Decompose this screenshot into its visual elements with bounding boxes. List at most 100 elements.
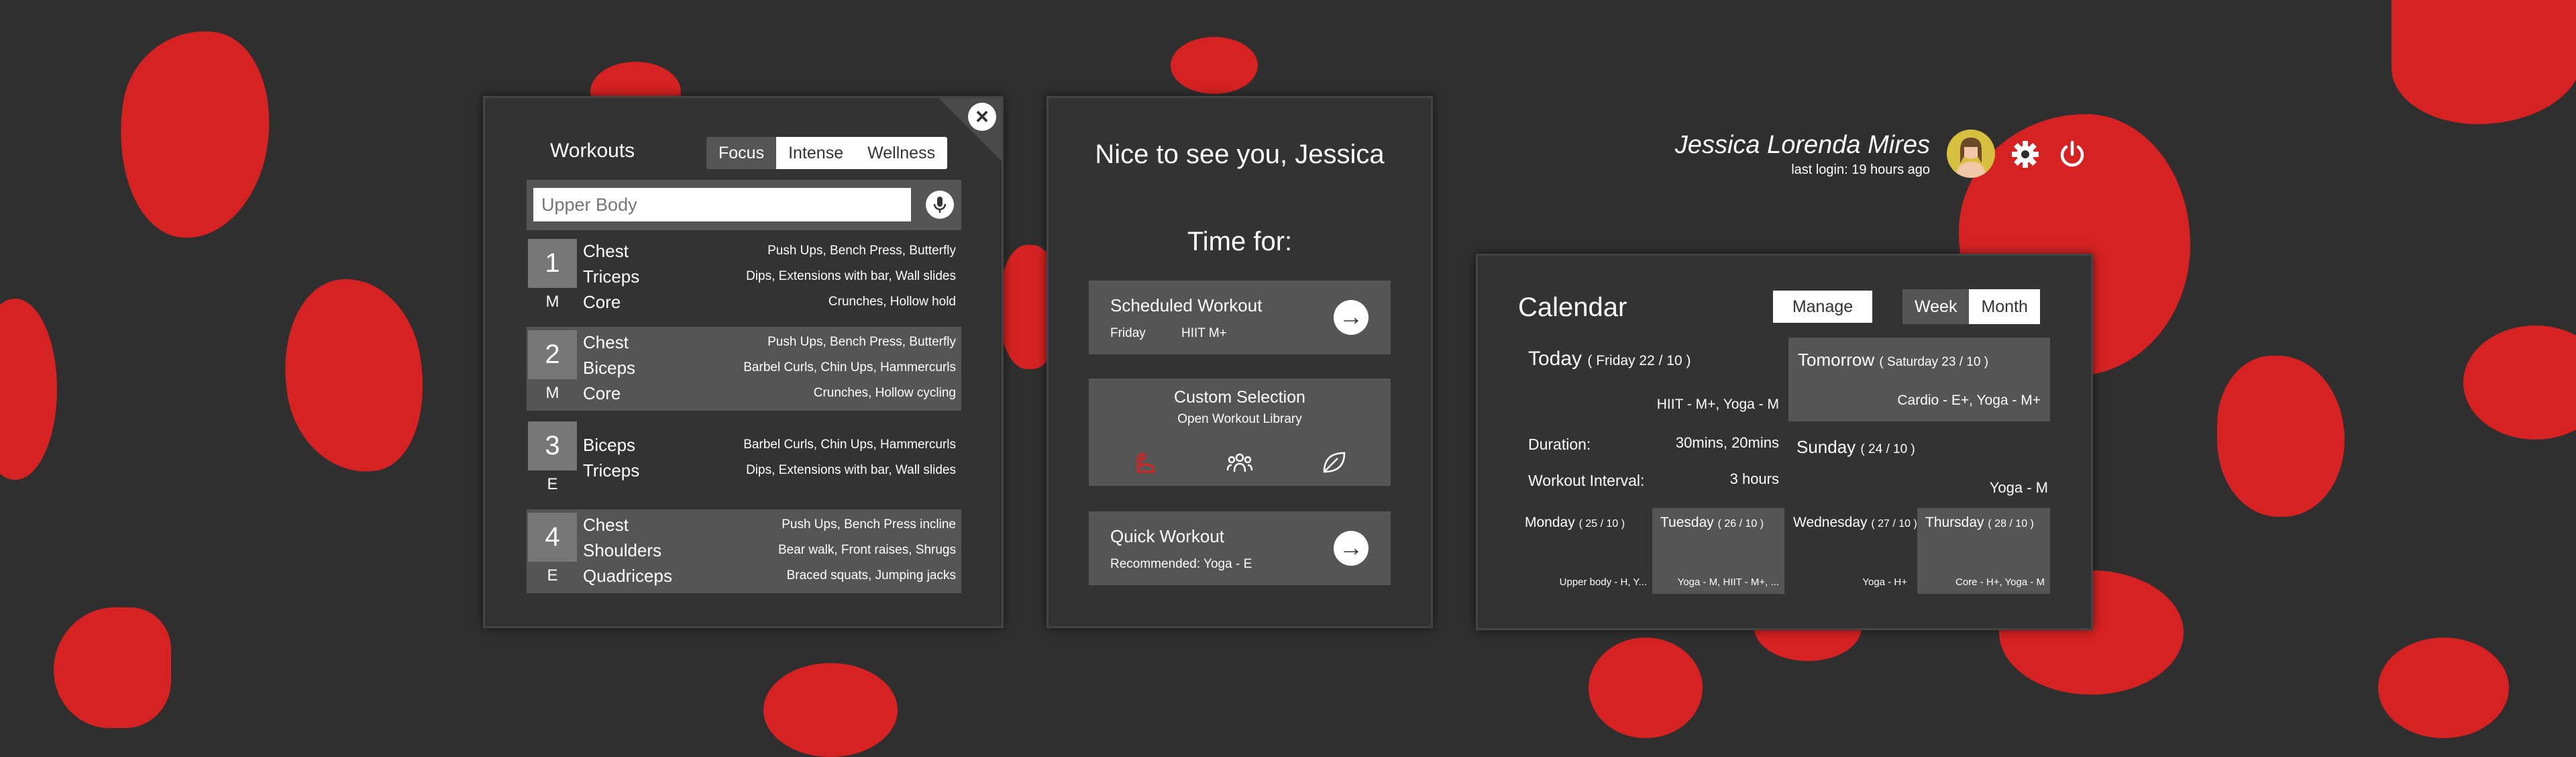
muscle-label: Triceps <box>583 460 640 481</box>
day-workouts: Upper body - H, Y... <box>1559 576 1647 588</box>
last-login: last login: 19 hours ago <box>1791 162 1930 177</box>
workout-category-tabs: Focus Intense Wellness <box>706 137 948 169</box>
exercise-list: Barbel Curls, Chin Ups, Hammercurls <box>743 360 956 374</box>
background-blob <box>2392 0 2576 124</box>
day-date: ( 25 / 10 ) <box>1578 518 1625 529</box>
tab-intense[interactable]: Intense <box>776 137 856 169</box>
flexed-arm-icon[interactable] <box>1132 449 1159 476</box>
background-blob <box>2217 356 2345 517</box>
tab-wellness[interactable]: Wellness <box>855 137 948 169</box>
workout-level: E <box>547 566 558 585</box>
workout-level: M <box>545 384 559 402</box>
time-for-heading: Time for: <box>1187 227 1293 256</box>
sunday-date: ( 24 / 10 ) <box>1860 442 1915 456</box>
day-thursday[interactable]: Thursday ( 28 / 10 ) Core - H+, Yoga - M <box>1917 508 2050 594</box>
gear-icon[interactable] <box>2010 140 2040 169</box>
workout-item-4[interactable]: 4 E Chest Push Ups, Bench Press incline … <box>527 509 961 593</box>
duration-label: Duration: <box>1528 436 1591 453</box>
workout-number: 4 <box>528 513 577 562</box>
workouts-panel: × Workouts Focus Intense Wellness 1 M Ch… <box>483 96 1004 628</box>
power-icon[interactable] <box>2057 140 2087 169</box>
workout-level: E <box>547 475 558 493</box>
leaf-icon[interactable] <box>1320 449 1347 476</box>
tomorrow-workouts: Cardio - E+, Yoga - M+ <box>1897 393 2041 408</box>
muscle-label: Biceps <box>583 435 636 455</box>
background-blob <box>2378 638 2509 738</box>
quick-workout-recommendation: Recommended: Yoga - E <box>1110 557 1252 571</box>
custom-selection-card[interactable]: Custom Selection Open Workout Library <box>1089 378 1391 486</box>
arrow-right-icon[interactable]: → <box>1334 531 1368 566</box>
custom-selection-title: Custom Selection <box>1174 388 1305 407</box>
background-blob <box>1171 37 1258 94</box>
muscle-label: Chest <box>583 515 629 535</box>
day-date: ( 27 / 10 ) <box>1871 518 1917 529</box>
exercise-list: Push Ups, Bench Press, Butterfly <box>767 335 956 349</box>
exercise-list: Dips, Extensions with bar, Wall slides <box>746 463 956 477</box>
exercise-list: Crunches, Hollow cycling <box>813 386 956 400</box>
sunday-workouts: Yoga - M <box>1989 479 2048 496</box>
background-blob <box>105 21 282 248</box>
interval-label: Workout Interval: <box>1528 472 1645 489</box>
muscle-label: Core <box>583 383 621 403</box>
calendar-panel: Calendar Manage Week Month Today ( Frida… <box>1476 254 2093 630</box>
muscle-label: Chest <box>583 332 629 352</box>
today-date: ( Friday 22 / 10 ) <box>1587 353 1691 368</box>
background-blob <box>269 268 439 484</box>
today-label: Today ( Friday 22 / 10 ) <box>1528 348 1691 370</box>
scheduled-workout-name: HIIT M+ <box>1181 326 1227 340</box>
muscle-label: Chest <box>583 241 629 261</box>
greeting-text: Nice to see you, Jessica <box>1095 140 1385 169</box>
exercise-list: Dips, Extensions with bar, Wall slides <box>746 269 956 283</box>
day-name: Wednesday <box>1793 515 1868 530</box>
tab-focus[interactable]: Focus <box>706 137 777 169</box>
day-date: ( 28 / 10 ) <box>1988 518 2034 529</box>
muscle-label: Triceps <box>583 266 640 287</box>
view-toggle: Week Month <box>1902 289 2040 324</box>
background-blob <box>2463 325 2576 440</box>
avatar[interactable] <box>1947 130 1995 178</box>
exercise-list: Barbel Curls, Chin Ups, Hammercurls <box>743 438 956 452</box>
welcome-panel: Nice to see you, Jessica Time for: Sched… <box>1046 96 1433 628</box>
tomorrow-label: Tomorrow ( Saturday 23 / 10 ) <box>1798 350 1989 370</box>
microphone-icon[interactable] <box>926 191 954 219</box>
muscle-label: Biceps <box>583 358 636 378</box>
background-blob <box>54 607 171 728</box>
quick-workout-title: Quick Workout <box>1110 526 1225 546</box>
exercise-list: Push Ups, Bench Press, Butterfly <box>767 244 956 258</box>
workout-level: M <box>545 293 559 311</box>
tomorrow-section[interactable]: Tomorrow ( Saturday 23 / 10 ) Cardio - E… <box>1788 338 2050 421</box>
interval-value: 3 hours <box>1729 470 1779 487</box>
background-blob <box>763 663 898 757</box>
exercise-list: Push Ups, Bench Press incline <box>782 517 956 532</box>
background-blob <box>0 299 57 480</box>
manage-button[interactable]: Manage <box>1773 291 1872 323</box>
scheduled-workout-card[interactable]: Scheduled Workout Friday HIIT M+ → <box>1089 281 1391 354</box>
tab-week[interactable]: Week <box>1902 289 1970 324</box>
arrow-right-icon[interactable]: → <box>1334 300 1368 335</box>
quick-workout-card[interactable]: Quick Workout Recommended: Yoga - E → <box>1089 511 1391 585</box>
day-name: Tuesday <box>1660 515 1714 530</box>
group-icon[interactable] <box>1226 449 1253 476</box>
tomorrow-date: ( Saturday 23 / 10 ) <box>1879 355 1989 369</box>
day-wednesday[interactable]: Wednesday ( 27 / 10 ) Yoga - H+ <box>1793 509 1917 597</box>
muscle-label: Core <box>583 292 621 312</box>
open-library-link[interactable]: Open Workout Library <box>1089 412 1391 427</box>
calendar-title: Calendar <box>1518 293 1627 322</box>
scheduled-day: Friday <box>1110 326 1146 340</box>
day-tuesday[interactable]: Tuesday ( 26 / 10 ) Yoga - M, HIIT - M+,… <box>1652 508 1784 594</box>
day-workouts: Core - H+, Yoga - M <box>1955 576 2045 588</box>
day-workouts: Yoga - H+ <box>1862 576 1907 588</box>
workout-item-3[interactable]: 3 E Biceps Barbel Curls, Chin Ups, Hamme… <box>527 418 961 502</box>
duration-value: 30mins, 20mins <box>1675 434 1779 451</box>
workout-item-2[interactable]: 2 M Chest Push Ups, Bench Press, Butterf… <box>527 327 961 411</box>
muscle-label: Shoulders <box>583 540 662 560</box>
workout-number: 1 <box>528 239 577 288</box>
search-input[interactable] <box>533 188 911 221</box>
sunday-label: Sunday ( 24 / 10 ) <box>1796 437 1915 457</box>
scheduled-workout-title: Scheduled Workout <box>1110 295 1263 315</box>
close-icon[interactable]: × <box>968 103 996 131</box>
workout-item-1[interactable]: 1 M Chest Push Ups, Bench Press, Butterf… <box>527 236 961 319</box>
day-monday[interactable]: Monday ( 25 / 10 ) Upper body - H, Y... <box>1525 509 1652 597</box>
day-name: Thursday <box>1925 515 1984 530</box>
tab-month[interactable]: Month <box>1969 289 2040 324</box>
